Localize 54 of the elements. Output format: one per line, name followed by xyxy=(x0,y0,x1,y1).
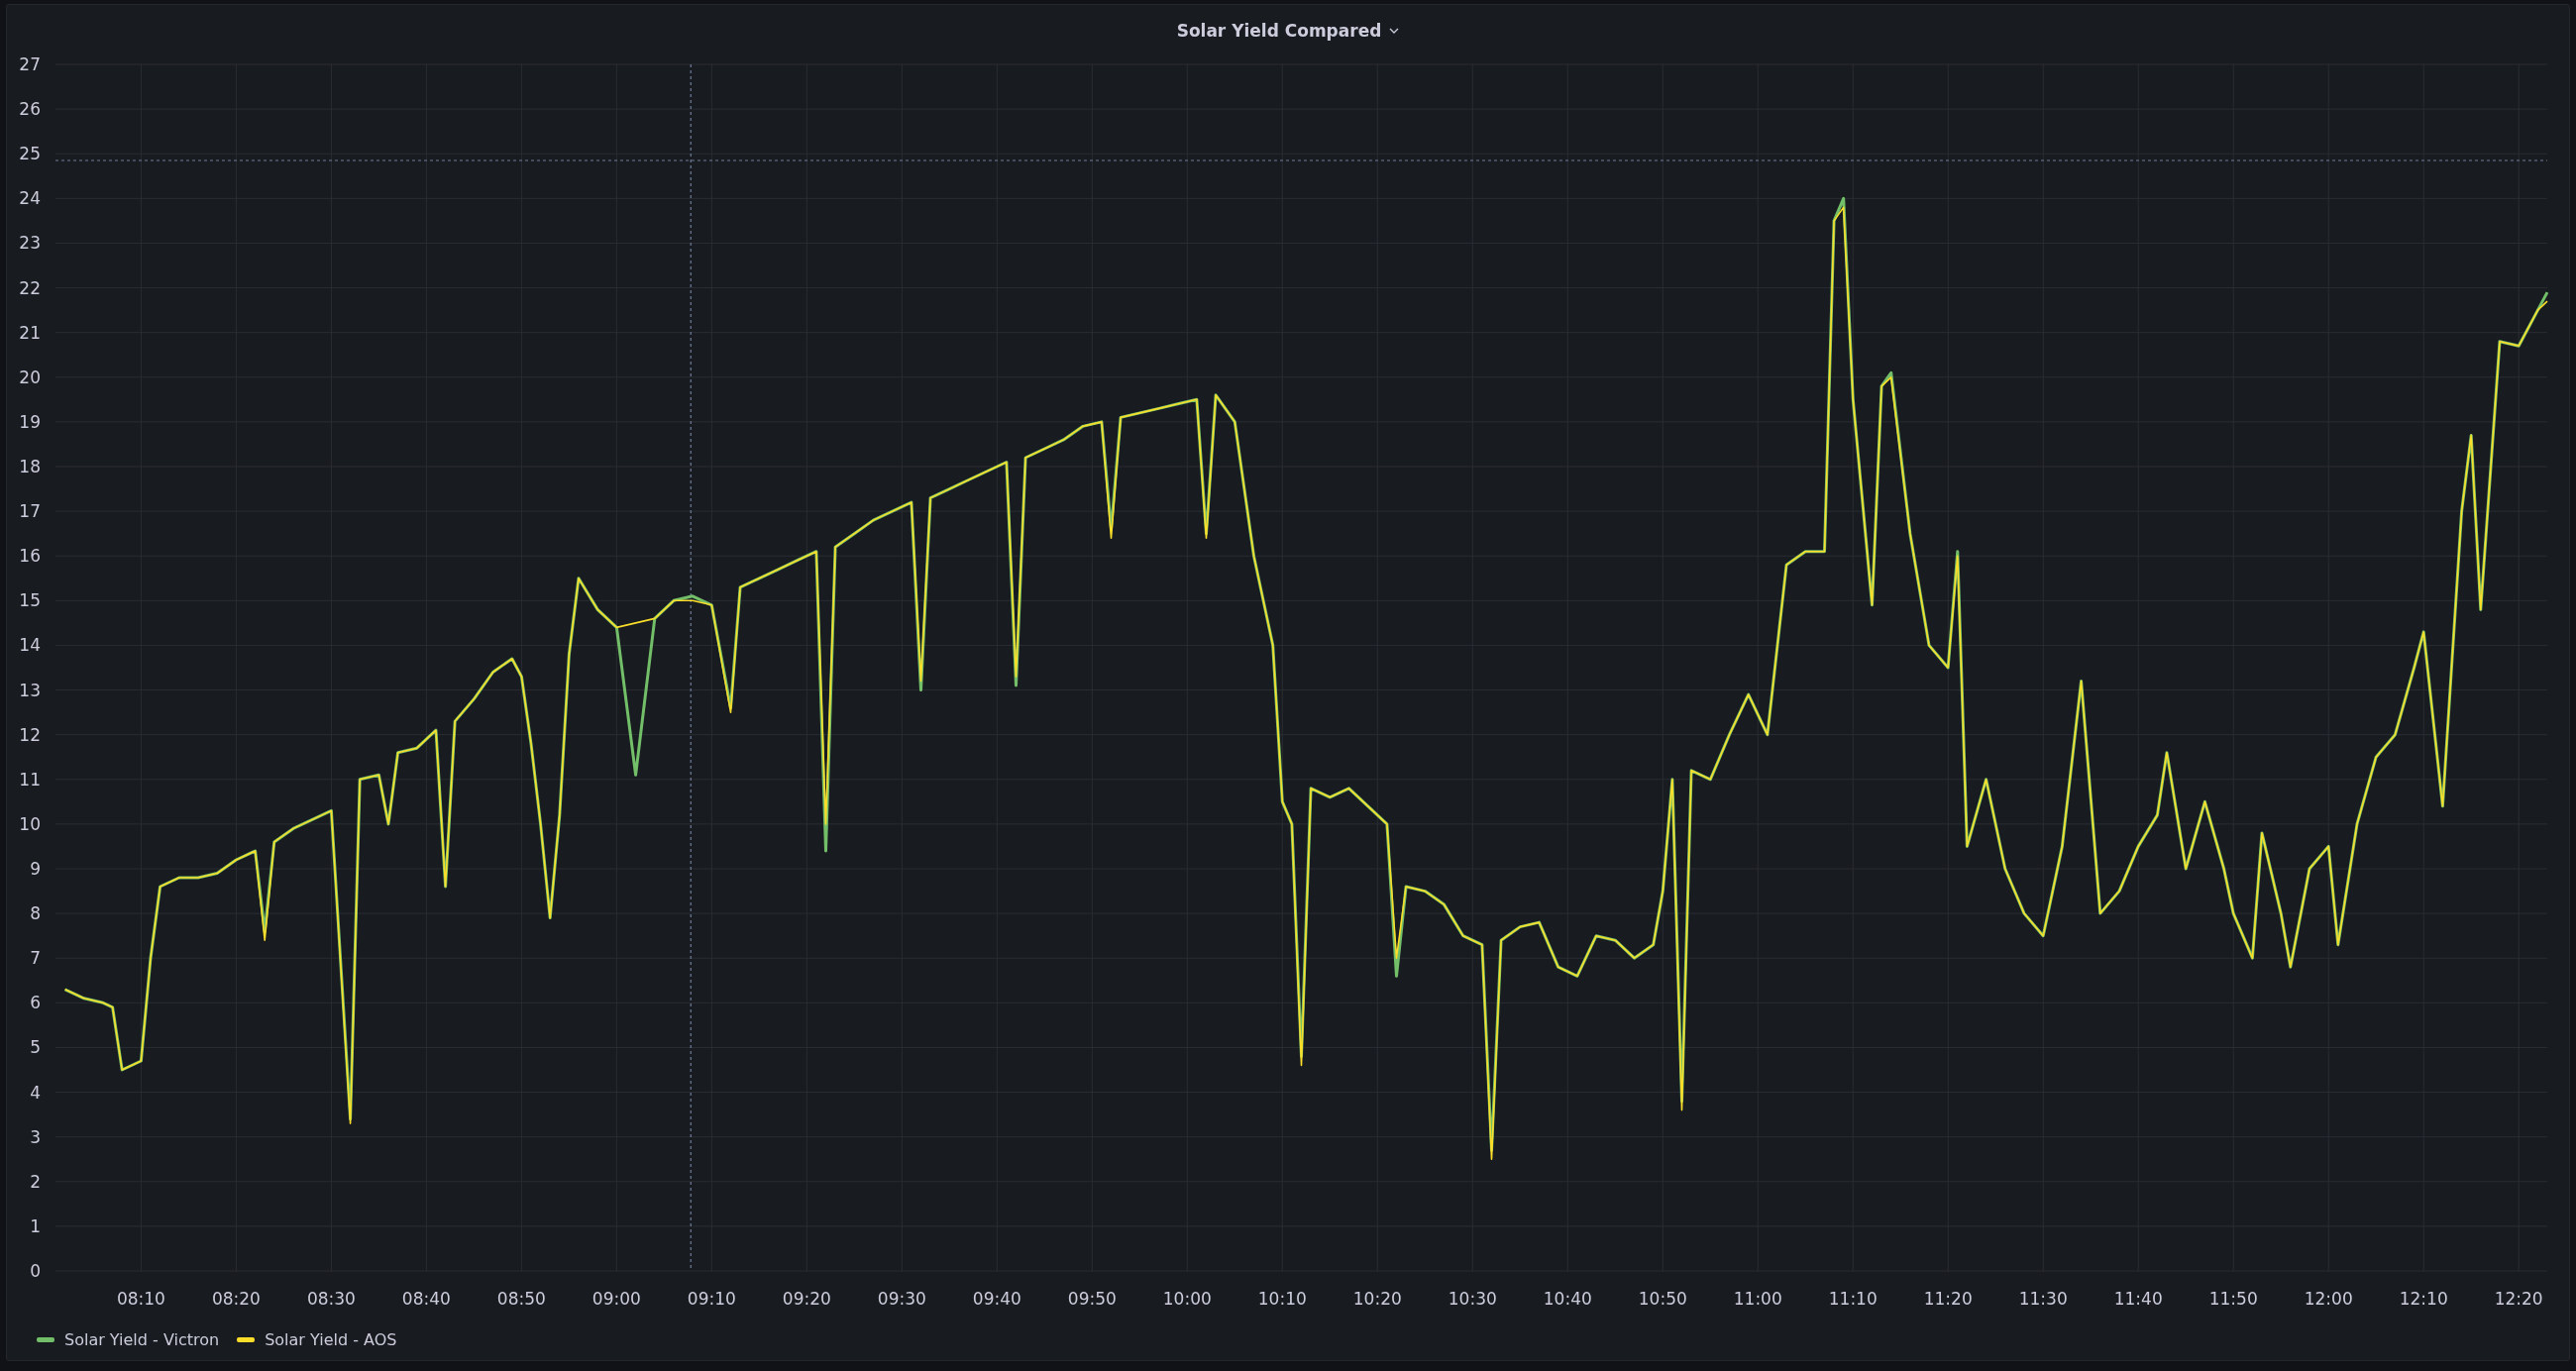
y-axis-label: 18 xyxy=(19,457,41,476)
y-axis-label: 14 xyxy=(19,635,41,656)
x-axis-label: 12:00 xyxy=(2304,1289,2353,1309)
y-axis-label: 0 xyxy=(30,1261,41,1281)
y-axis-label: 4 xyxy=(30,1082,41,1103)
x-axis-label: 11:40 xyxy=(2113,1289,2163,1309)
y-axis-label: 11 xyxy=(19,769,41,790)
x-axis-label: 12:20 xyxy=(2494,1289,2543,1309)
y-axis-label: 24 xyxy=(19,188,41,209)
y-axis-label: 6 xyxy=(30,993,41,1013)
x-axis-label: 11:10 xyxy=(1828,1289,1878,1309)
y-axis-label: 27 xyxy=(19,54,41,74)
y-axis-label: 12 xyxy=(19,724,41,745)
y-axis-label: 25 xyxy=(19,144,41,164)
x-axis-label: 11:30 xyxy=(2018,1289,2068,1309)
x-axis-label: 10:10 xyxy=(1257,1289,1307,1309)
y-axis-label: 10 xyxy=(19,813,41,834)
y-axis-label: 9 xyxy=(30,859,41,879)
x-axis-label: 12:10 xyxy=(2399,1289,2448,1309)
y-axis-label: 1 xyxy=(30,1215,41,1236)
y-axis-label: 15 xyxy=(19,590,41,611)
y-axis-label: 5 xyxy=(30,1037,41,1058)
y-axis-label: 20 xyxy=(19,367,41,387)
y-axis-label: 23 xyxy=(19,233,41,254)
y-axis-label: 21 xyxy=(19,322,41,343)
x-axis-label: 08:10 xyxy=(116,1289,165,1309)
y-axis-label: 2 xyxy=(30,1171,41,1192)
x-axis-label: 10:40 xyxy=(1543,1289,1592,1309)
x-axis-label: 09:10 xyxy=(687,1289,736,1309)
y-axis-label: 3 xyxy=(30,1126,41,1147)
x-axis-label: 10:50 xyxy=(1638,1289,1687,1309)
x-axis-label: 10:20 xyxy=(1352,1289,1402,1309)
x-axis-label: 09:00 xyxy=(591,1289,641,1309)
x-axis-label: 09:40 xyxy=(972,1289,1021,1309)
x-axis-label: 11:00 xyxy=(1733,1289,1782,1309)
y-axis-label: 7 xyxy=(30,948,41,969)
x-axis-label: 10:30 xyxy=(1448,1289,1497,1309)
y-axis-label: 17 xyxy=(19,501,41,522)
y-axis-label: 16 xyxy=(19,546,41,567)
x-axis-label: 09:20 xyxy=(782,1289,831,1309)
y-axis-label: 13 xyxy=(19,680,41,700)
x-axis-label: 11:50 xyxy=(2208,1289,2258,1309)
x-axis-label: 08:20 xyxy=(211,1289,261,1309)
x-axis-label: 10:00 xyxy=(1162,1289,1212,1309)
x-axis-label: 11:20 xyxy=(1923,1289,1973,1309)
y-axis-label: 22 xyxy=(19,277,41,298)
y-axis-label: 19 xyxy=(19,411,41,432)
y-axis-label: 8 xyxy=(30,903,41,924)
x-axis-label: 08:50 xyxy=(496,1289,546,1309)
x-axis-label: 08:30 xyxy=(306,1289,356,1309)
x-axis-label: 09:30 xyxy=(877,1289,926,1309)
x-axis-label: 09:50 xyxy=(1067,1289,1117,1309)
x-axis-label: 08:40 xyxy=(401,1289,451,1309)
y-axis-label: 26 xyxy=(19,99,41,120)
